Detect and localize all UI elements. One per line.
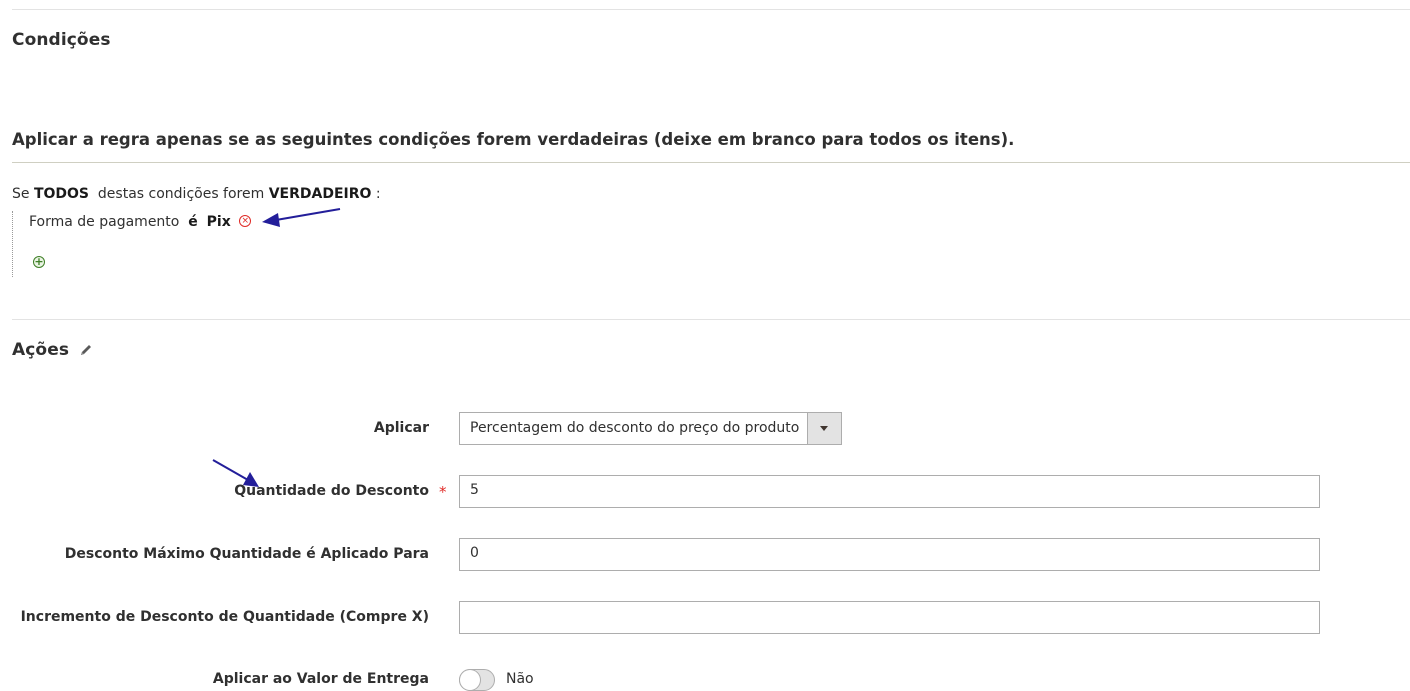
toggle-knob: [460, 670, 480, 690]
rule-middle-text: destas condições forem: [97, 186, 265, 202]
max-qty-input[interactable]: 0: [459, 538, 1320, 571]
apply-to-shipping-toggle[interactable]: [459, 669, 495, 691]
add-circle-icon[interactable]: +: [33, 256, 45, 268]
conditions-instructions: Aplicar a regra apenas se as seguintes c…: [12, 130, 1015, 149]
required-star: *: [439, 483, 447, 501]
pencil-icon[interactable]: [79, 343, 93, 357]
rule-suffix: :: [375, 186, 381, 202]
apply-select-value: Percentagem do desconto do preço do prod…: [470, 420, 800, 436]
aggregator-selector[interactable]: TODOS: [34, 186, 89, 202]
annotation-arrow-icon: [212, 459, 259, 487]
discount-amount-label: Quantidade do Desconto: [234, 483, 429, 499]
conditions-section-title[interactable]: Condições: [12, 30, 111, 50]
instructions-divider: [12, 162, 1410, 163]
apply-to-shipping-label: Aplicar ao Valor de Entrega: [212, 671, 429, 687]
chevron-down-icon: [820, 426, 828, 431]
conditions-tree-border: [12, 211, 13, 277]
discount-step-input[interactable]: [459, 601, 1320, 634]
condition-value[interactable]: Pix: [207, 214, 231, 230]
remove-circle-icon[interactable]: ×: [239, 215, 252, 227]
discount-amount-input[interactable]: 5: [459, 475, 1320, 508]
rule-prefix: Se: [12, 186, 30, 202]
value-selector[interactable]: VERDADEIRO: [269, 186, 372, 202]
rule-aggregator-line: Se TODOS destas condições forem VERDADEI…: [12, 186, 381, 202]
actions-section-title[interactable]: Ações: [12, 340, 69, 360]
select-dropdown-button[interactable]: [807, 413, 841, 444]
apply-label: Aplicar: [373, 420, 429, 436]
discount-step-label: Incremento de Desconto de Quantidade (Co…: [20, 609, 429, 625]
top-divider: [12, 9, 1410, 10]
actions-divider: [12, 319, 1410, 320]
condition-operator[interactable]: é: [188, 214, 198, 230]
apply-to-shipping-state: Não: [506, 671, 534, 687]
condition-row: Forma de pagamento é Pix ×: [29, 214, 252, 230]
apply-select[interactable]: Percentagem do desconto do preço do prod…: [459, 412, 842, 445]
condition-attribute: Forma de pagamento: [29, 214, 180, 230]
max-qty-label: Desconto Máximo Quantidade é Aplicado Pa…: [64, 546, 429, 562]
